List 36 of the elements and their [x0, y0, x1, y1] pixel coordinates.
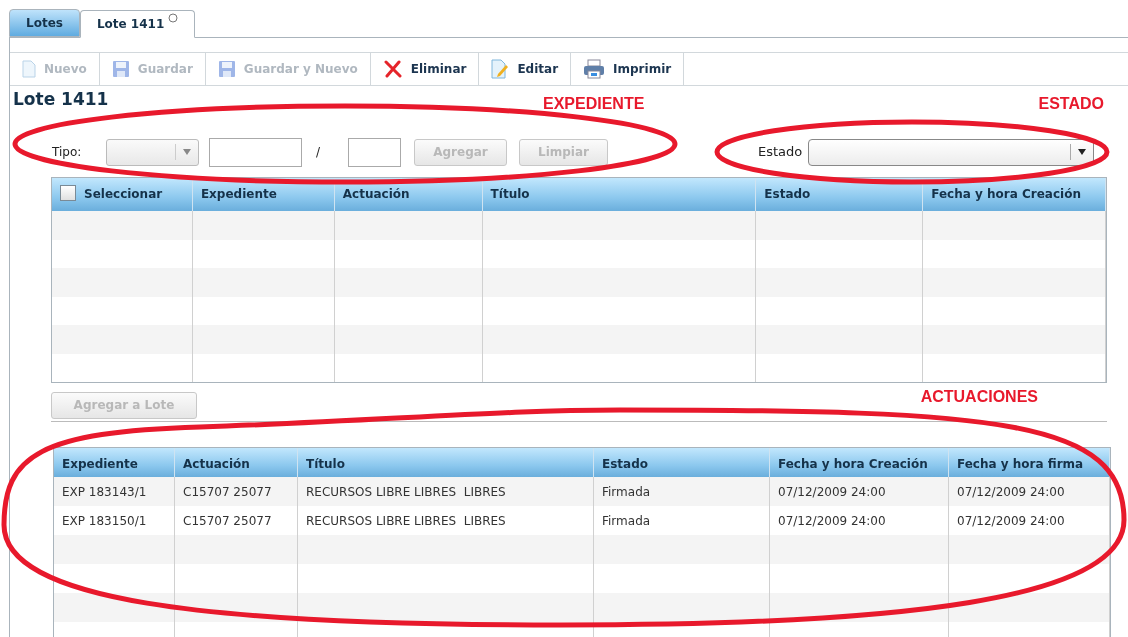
page-title: Lote 1411 — [13, 88, 110, 112]
annotation-label: ACTUACIONES — [920, 387, 1038, 407]
separator-text: / — [316, 144, 322, 161]
column-header[interactable]: Título — [482, 178, 757, 211]
edit-icon — [491, 59, 510, 79]
toolbar-button[interactable]: Imprimir — [571, 53, 685, 85]
tipo-label: Tipo: — [52, 144, 83, 161]
column-header[interactable]: Fecha y hora firma — [949, 448, 1110, 477]
printer-icon — [583, 59, 606, 79]
table-row[interactable]: EXP 183143/1 C15707 25077 RECURSOS LIBRE LIBRES LIBRES Firmada 07/12/2009 24:00 07/12/2009 24:00 — [54, 477, 1110, 506]
column-label: Seleccionar — [84, 186, 163, 203]
toolbar-button[interactable]: Editar — [479, 53, 572, 85]
column-header[interactable]: Seleccionar — [52, 178, 193, 211]
floppy-icon — [111, 60, 130, 78]
annotation-label: ESTADO — [1038, 94, 1104, 114]
page-icon — [22, 60, 36, 78]
toolbar-button[interactable]: Eliminar — [370, 53, 480, 85]
estado-select[interactable] — [808, 138, 1095, 166]
tipo-combo[interactable] — [106, 138, 199, 166]
select-all-checkbox[interactable] — [60, 185, 76, 201]
annotation-label: EXPEDIENTE — [543, 94, 645, 114]
column-header[interactable]: Fecha y hora Creación — [770, 448, 949, 477]
column-header[interactable]: Expediente — [54, 448, 175, 477]
column-header[interactable]: Título — [298, 448, 594, 477]
column-header[interactable]: Estado — [756, 178, 924, 211]
estado-label: Estado — [758, 143, 803, 162]
column-header[interactable]: Estado — [594, 448, 770, 477]
expediente-field[interactable] — [209, 137, 302, 167]
floppy-icon — [217, 60, 236, 78]
year-field[interactable] — [348, 137, 401, 167]
tab[interactable]: Lote 1411 — [79, 10, 196, 38]
column-header[interactable]: Actuación — [175, 448, 298, 477]
cross-icon — [382, 60, 403, 78]
close-icon[interactable] — [168, 13, 179, 23]
tab[interactable]: Lotes — [9, 9, 80, 37]
column-header[interactable]: Fecha y hora Creación — [923, 178, 1106, 211]
